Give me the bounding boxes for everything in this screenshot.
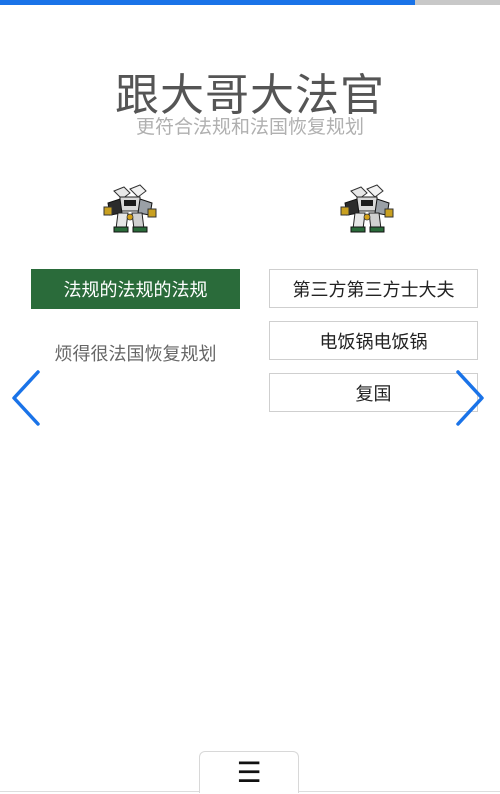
menu-button[interactable]: ☰ <box>199 751 299 793</box>
progress-bar <box>0 0 500 5</box>
progress-bar-fill <box>0 0 415 5</box>
hamburger-menu-icon: ☰ <box>236 755 262 789</box>
left-caption: 烦得很法国恢复规划 <box>54 344 217 365</box>
option-button-3[interactable]: 复国 <box>269 373 478 412</box>
primary-green-button[interactable]: 法规的法规的法规 <box>31 269 240 309</box>
mech-robot-icon <box>340 184 394 233</box>
page-subtitle: 更符合法规和法国恢复规划 <box>135 116 364 138</box>
chevron-right-icon[interactable] <box>454 368 488 428</box>
mech-robot-icon <box>103 184 157 233</box>
chevron-left-icon[interactable] <box>8 368 42 428</box>
option-button-1[interactable]: 第三方第三方士大夫 <box>269 269 478 308</box>
option-button-2[interactable]: 电饭锅电饭锅 <box>269 321 478 360</box>
